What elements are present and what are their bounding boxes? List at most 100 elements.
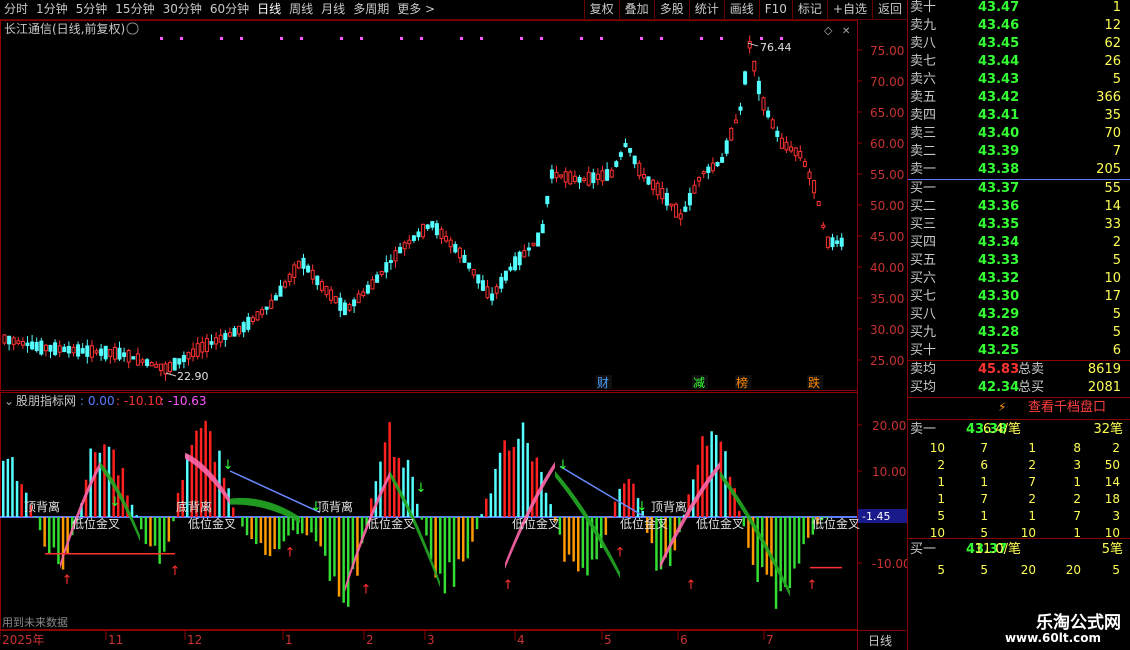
period-tab-10[interactable]: 更多 >	[393, 0, 439, 19]
candle-body	[301, 257, 306, 269]
ob-volume: 12	[1104, 18, 1121, 33]
bid-row[interactable]: 买四 43.34 2	[908, 234, 1130, 252]
candle-body	[122, 352, 127, 357]
toolbar-button-2[interactable]: 多股	[653, 0, 689, 19]
candle-body	[439, 228, 444, 240]
candle-body	[370, 279, 375, 290]
signal-dot	[160, 37, 163, 40]
histogram-bar	[581, 517, 585, 568]
candle-body	[163, 363, 168, 375]
period-tab-1[interactable]: 1分钟	[32, 0, 72, 19]
histogram-bar	[11, 457, 14, 517]
toolbar-button-0[interactable]: 复权	[583, 0, 619, 19]
total-label: 总卖	[1018, 362, 1045, 377]
ob-label: 卖九	[910, 18, 937, 33]
toolbar-button-3[interactable]: 统计	[688, 0, 724, 19]
ob-price: 43.42	[978, 90, 1020, 105]
queue-cell: 8	[1073, 441, 1081, 455]
bid-row[interactable]: 买九 43.28 5	[908, 324, 1130, 342]
period-tab-6[interactable]: 日线	[253, 0, 285, 19]
period-tab-2[interactable]: 5分钟	[72, 0, 112, 19]
period-tab-8[interactable]: 月线	[317, 0, 349, 19]
golden-cross-label: 低位金叉	[367, 516, 415, 531]
histogram-bar	[475, 517, 479, 530]
candle-body	[71, 346, 76, 354]
ask-row[interactable]: 卖六 43.43 5	[908, 71, 1130, 89]
candle-body	[76, 344, 81, 357]
toolbar-button-6[interactable]: 标记	[791, 0, 827, 19]
period-tab-7[interactable]: 周线	[285, 0, 317, 19]
candle-body	[646, 176, 651, 185]
ask-row[interactable]: 卖四 43.41 35	[908, 107, 1130, 125]
candle-body	[218, 334, 223, 343]
bid-row[interactable]: 买六 43.32 10	[908, 270, 1130, 288]
toolbar-button-7[interactable]: +自选	[826, 0, 872, 19]
ask-row[interactable]: 卖七 43.44 26	[908, 53, 1130, 71]
candle-body	[356, 293, 361, 304]
bid-row[interactable]: 买十 43.25 6	[908, 342, 1130, 360]
period-tab-5[interactable]: 60分钟	[206, 0, 253, 19]
bid-row[interactable]: 买二 43.36 14	[908, 198, 1130, 216]
ask-row[interactable]: 卖五 43.42 366	[908, 89, 1130, 107]
queue-cell: 3	[1073, 458, 1081, 472]
histogram-bar	[586, 517, 589, 576]
queue-cell: 1	[1028, 441, 1036, 455]
chart-area[interactable]: 长江通信(日线,前复权) ◇ ✕ 75.00 70.00 65.00 60.00 55.00 5…	[0, 20, 907, 650]
ask-row[interactable]: 卖十 43.47 1	[908, 0, 1130, 17]
ob-volume: 2	[1112, 235, 1121, 250]
histogram-bar	[305, 517, 309, 536]
histogram-bar	[250, 517, 253, 540]
histogram-bar	[282, 517, 286, 542]
bid-row[interactable]: 买三 43.35 33	[908, 216, 1130, 234]
ob-label: 买十	[910, 343, 937, 358]
chart-menu-icon[interactable]	[126, 22, 139, 35]
histogram-bar	[273, 517, 276, 550]
histogram-bar	[420, 517, 424, 520]
month-label: 2025年	[2, 633, 45, 647]
candle-body	[830, 237, 835, 248]
ask1-queue-row: 51173	[908, 508, 1130, 525]
candle-body	[490, 293, 495, 301]
period-tab-0[interactable]: 分时	[0, 0, 32, 19]
ob-price: 43.34	[978, 235, 1020, 250]
candle-body	[789, 146, 794, 152]
total-value: 8619	[1087, 362, 1121, 377]
buy-arrow-icon: ↑	[686, 578, 697, 593]
candle-body	[835, 240, 840, 244]
ask-row[interactable]: 卖一 43.38 205	[908, 161, 1130, 179]
bid-row[interactable]: 买八 43.29 5	[908, 306, 1130, 324]
view-depth-button[interactable]: 查看千档盘口	[1028, 398, 1130, 418]
candle-body	[214, 337, 219, 345]
candle-body	[724, 140, 729, 154]
period-toolbar: 分时 1分钟 5分钟 15分钟 30分钟 60分钟 日线 周线 月线 多周期 更多 > 复权 叠加 多股统…	[0, 0, 907, 20]
candle-body	[425, 224, 430, 229]
toolbar-button-8[interactable]: 返回	[871, 0, 907, 19]
candle-body	[761, 97, 766, 111]
ob-volume: 17	[1104, 289, 1121, 304]
queue-cell: 2	[1112, 441, 1120, 455]
sell-arrow-icon: ↓	[110, 495, 121, 510]
candle-body	[85, 345, 90, 357]
ob-volume: 5	[1112, 253, 1121, 268]
bid-row[interactable]: 买七 43.30 17	[908, 288, 1130, 306]
period-tab-3[interactable]: 15分钟	[111, 0, 158, 19]
period-tab-4[interactable]: 30分钟	[159, 0, 206, 19]
candle-body	[140, 359, 145, 363]
candle-body	[168, 362, 173, 373]
ask-row[interactable]: 卖三 43.40 70	[908, 125, 1130, 143]
histogram-bar	[471, 517, 474, 542]
candle-body	[669, 203, 674, 207]
bid-row[interactable]: 买五 43.33 5	[908, 252, 1130, 270]
ob-price: 43.32	[978, 271, 1020, 286]
candle-body	[39, 340, 44, 355]
bid-row[interactable]: 买一 43.37 55	[908, 180, 1130, 198]
toolbar-button-4[interactable]: 画线	[723, 0, 759, 19]
histogram-bar	[374, 481, 378, 517]
ask-row[interactable]: 卖八 43.45 62	[908, 35, 1130, 53]
main-frame	[0, 20, 858, 391]
toolbar-button-1[interactable]: 叠加	[618, 0, 654, 19]
period-tab-9[interactable]: 多周期	[349, 0, 393, 19]
ask-row[interactable]: 卖二 43.39 7	[908, 143, 1130, 161]
toolbar-button-5[interactable]: F10	[758, 0, 792, 19]
ask-row[interactable]: 卖九 43.46 12	[908, 17, 1130, 35]
